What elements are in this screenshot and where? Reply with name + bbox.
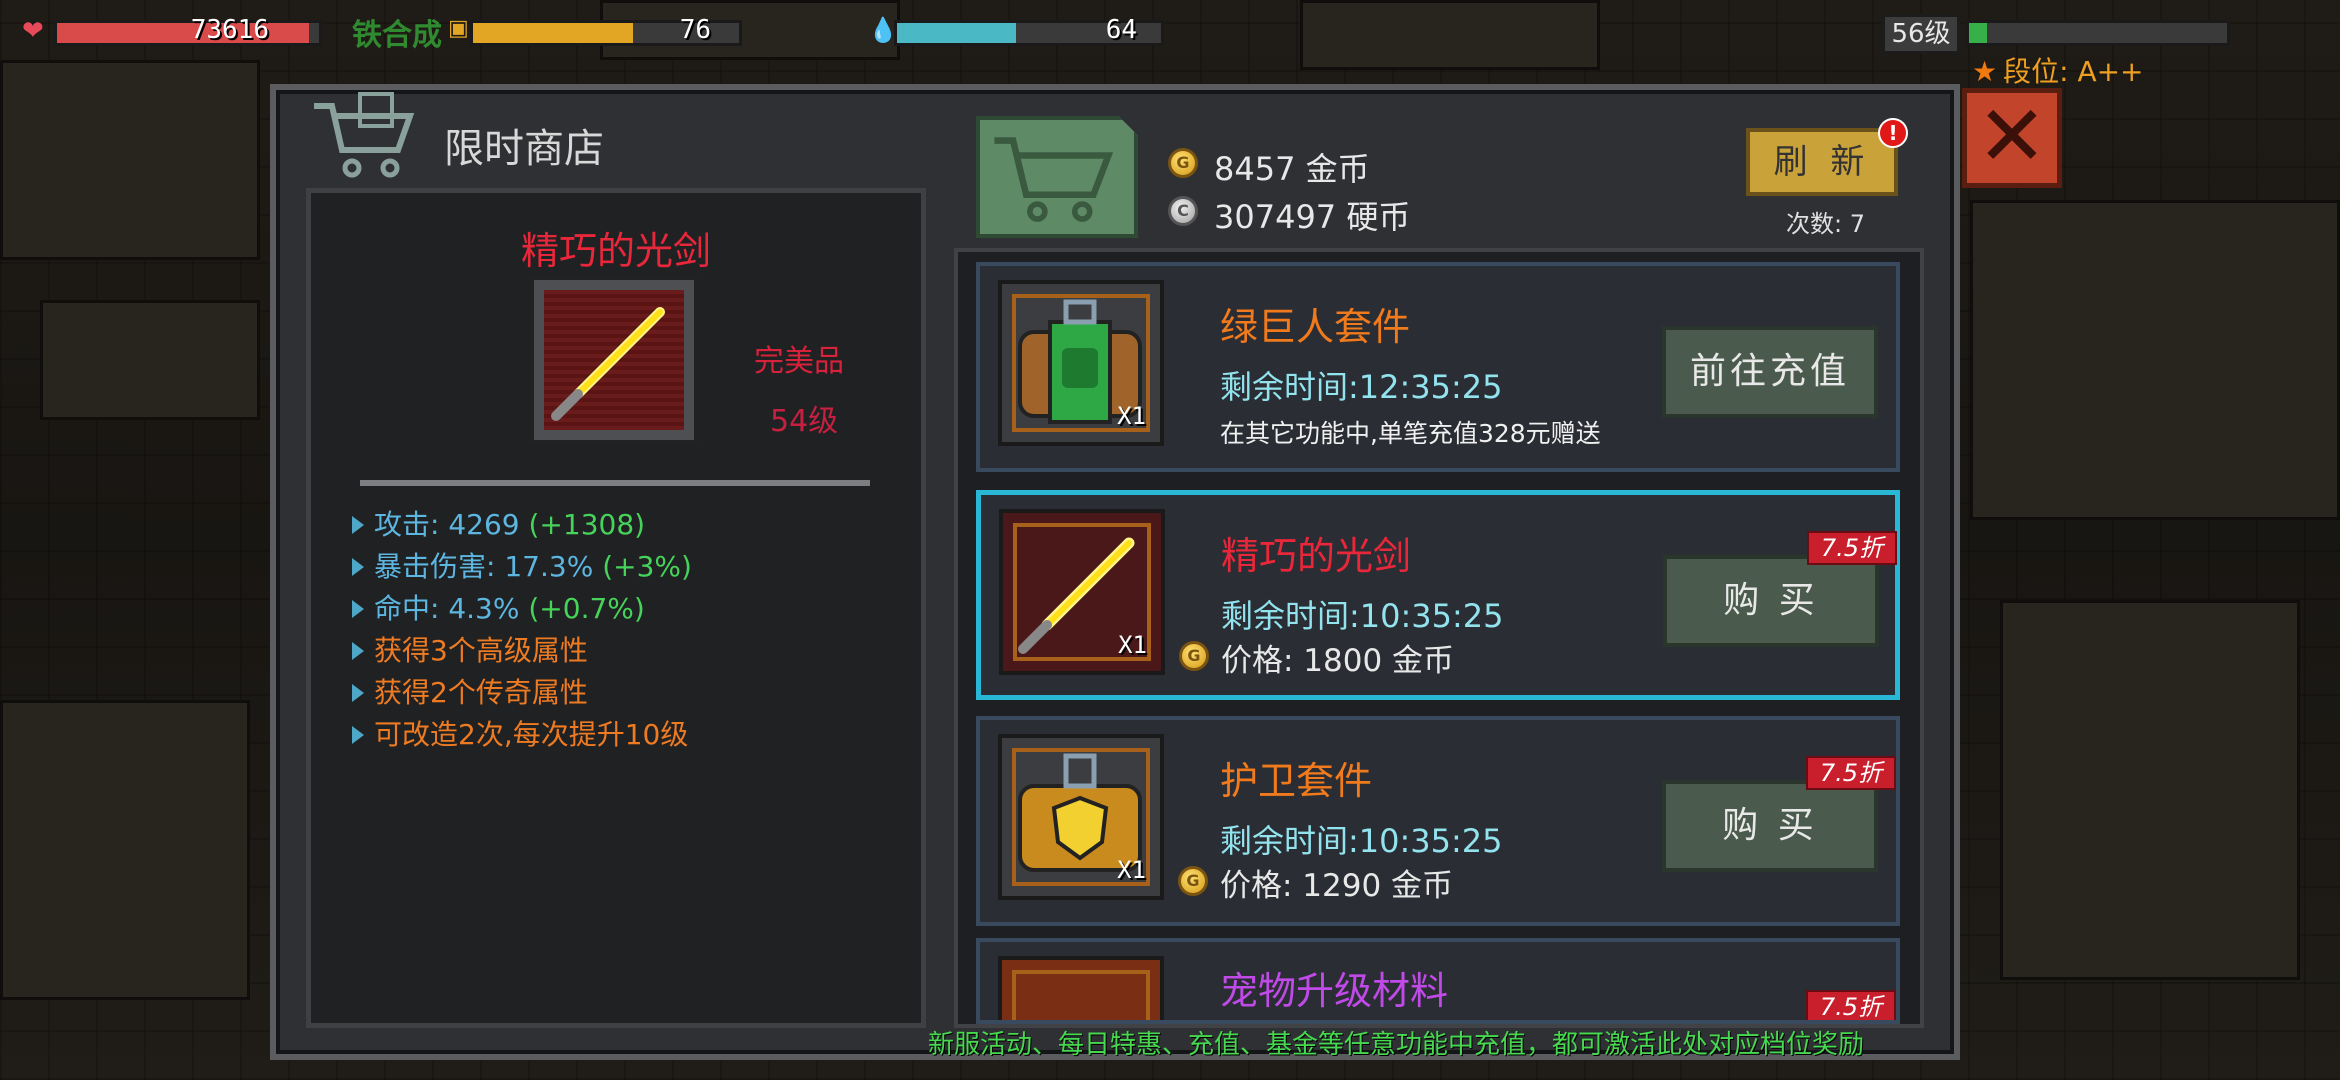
energy-bar-fill — [473, 23, 633, 43]
stat-label: 命中: — [374, 592, 449, 625]
item-timer: 剩余时间:12:35:25 — [1220, 368, 1503, 406]
buy-button[interactable]: 购 买 — [1663, 555, 1879, 647]
item-price: 价格: 1290 金币 — [1220, 868, 1454, 904]
coin-amount: 307497 硬币 — [1214, 198, 1411, 236]
quantity-label: X1 — [1117, 856, 1146, 884]
shop-title: 限时商店 — [444, 126, 604, 172]
detail-divider — [360, 480, 870, 486]
star-icon: ★ — [1972, 55, 1998, 88]
stat-value: 4.3% — [448, 592, 520, 625]
refresh-count: 次数: 7 — [1786, 210, 1865, 238]
rank-text: 段位: A++ — [2003, 55, 2144, 88]
discount-badge: 7.5折 — [1806, 990, 1896, 1020]
item-name: 精巧的光剑 — [1221, 534, 1412, 578]
stat-value: 17.3% — [504, 550, 594, 583]
fusion-label: 铁合成 — [352, 18, 442, 53]
footer-note: 新服活动、每日特惠、充值、基金等任意功能中充值，都可激活此处对应档位奖励 — [928, 1030, 1865, 1060]
gold-amount: 8457 金币 — [1214, 150, 1370, 188]
list-item-pet-material[interactable]: 宠物升级材料 7.5折 — [976, 938, 1900, 1024]
item-thumbnail: X1 — [998, 734, 1164, 900]
rank-label: ★ 段位: A++ — [1972, 50, 2144, 90]
xp-bar-fill — [1969, 23, 1987, 43]
effect-legendary-attributes: 获得2个传奇属性 — [348, 672, 692, 714]
heart-icon: ❤ — [22, 16, 44, 46]
hp-bar: 73616 — [54, 15, 322, 46]
shop-cart-button[interactable] — [976, 116, 1138, 238]
item-name: 绿巨人套件 — [1220, 305, 1411, 349]
close-icon: ✕ — [1976, 87, 2048, 185]
stat-bonus: (+0.7%) — [519, 592, 645, 625]
item-timer: 剩余时间:10:35:25 — [1221, 597, 1504, 635]
item-thumbnail: X1 — [998, 280, 1164, 446]
gold-coin-icon: G — [1178, 866, 1208, 896]
list-item-hulk-kit[interactable]: X1 绿巨人套件 剩余时间:12:35:25 在其它功能中,单笔充值328元赠送… — [976, 262, 1900, 472]
item-price: 价格: 1800 金币 — [1221, 643, 1455, 679]
item-timer: 剩余时间:10:35:25 — [1220, 822, 1503, 860]
stat-hit: 命中: 4.3% (+0.7%) — [348, 588, 692, 630]
cart-icon — [314, 92, 415, 178]
item-thumbnail: X1 — [999, 509, 1165, 675]
item-name: 宠物升级材料 — [1220, 969, 1449, 1013]
detail-item-image — [530, 276, 698, 444]
lightsaber-icon — [544, 290, 684, 430]
list-item-lightsaber[interactable]: X1 精巧的光剑 剩余时间:10:35:25 G 价格: 1800 金币 购 买… — [976, 490, 1900, 700]
stat-value: 4269 — [448, 508, 520, 541]
energy-value: 76 — [679, 15, 711, 45]
item-level: 54级 — [770, 404, 839, 439]
effect-reforge: 可改造2次,每次提升10级 — [348, 714, 692, 756]
water-bar: 64 — [894, 15, 1164, 46]
silver-coin-icon: C — [1168, 196, 1198, 226]
refresh-button[interactable]: 刷 新 — [1746, 128, 1898, 196]
stat-label: 暴击伤害: — [374, 550, 505, 583]
xp-bar — [1966, 20, 2230, 46]
alert-badge: ! — [1878, 118, 1908, 148]
gold-coin-icon: G — [1179, 641, 1209, 671]
item-quality: 完美品 — [754, 344, 844, 379]
effect-advanced-attributes: 获得3个高级属性 — [348, 630, 692, 672]
hp-bar-fill — [57, 23, 309, 43]
energy-bar: 76 — [470, 15, 742, 46]
energy-icon: ▣ — [448, 16, 469, 41]
item-note: 在其它功能中,单笔充值328元赠送 — [1220, 419, 1601, 448]
close-button[interactable]: ✕ — [1962, 88, 2062, 188]
discount-badge: 7.5折 — [1806, 756, 1896, 790]
item-thumbnail — [998, 956, 1164, 1020]
hp-value: 73616 — [190, 15, 269, 45]
cart-icon — [994, 137, 1114, 222]
stat-bonus: (+1308) — [519, 508, 646, 541]
item-stats: 攻击: 4269 (+1308) 暴击伤害: 17.3% (+3%) 命中: 4… — [348, 504, 692, 756]
detail-item-name: 精巧的光剑 — [520, 229, 711, 273]
water-bar-fill — [897, 23, 1016, 43]
player-level: 56级 — [1882, 14, 1960, 54]
stat-crit-damage: 暴击伤害: 17.3% (+3%) — [348, 546, 692, 588]
quantity-label: X1 — [1117, 402, 1146, 430]
stat-attack: 攻击: 4269 (+1308) — [348, 504, 692, 546]
item-name: 护卫套件 — [1220, 759, 1373, 803]
discount-badge: 7.5折 — [1807, 531, 1897, 565]
list-item-guard-kit[interactable]: X1 护卫套件 剩余时间:10:35:25 G 价格: 1290 金币 购 买 … — [976, 716, 1900, 926]
stat-bonus: (+3%) — [593, 550, 692, 583]
gold-coin-icon: G — [1168, 148, 1198, 178]
stat-label: 攻击: — [374, 508, 449, 541]
buy-button[interactable]: 购 买 — [1662, 780, 1878, 872]
quantity-label: X1 — [1118, 631, 1147, 659]
go-recharge-button[interactable]: 前往充值 — [1662, 326, 1878, 418]
water-value: 64 — [1105, 15, 1137, 45]
